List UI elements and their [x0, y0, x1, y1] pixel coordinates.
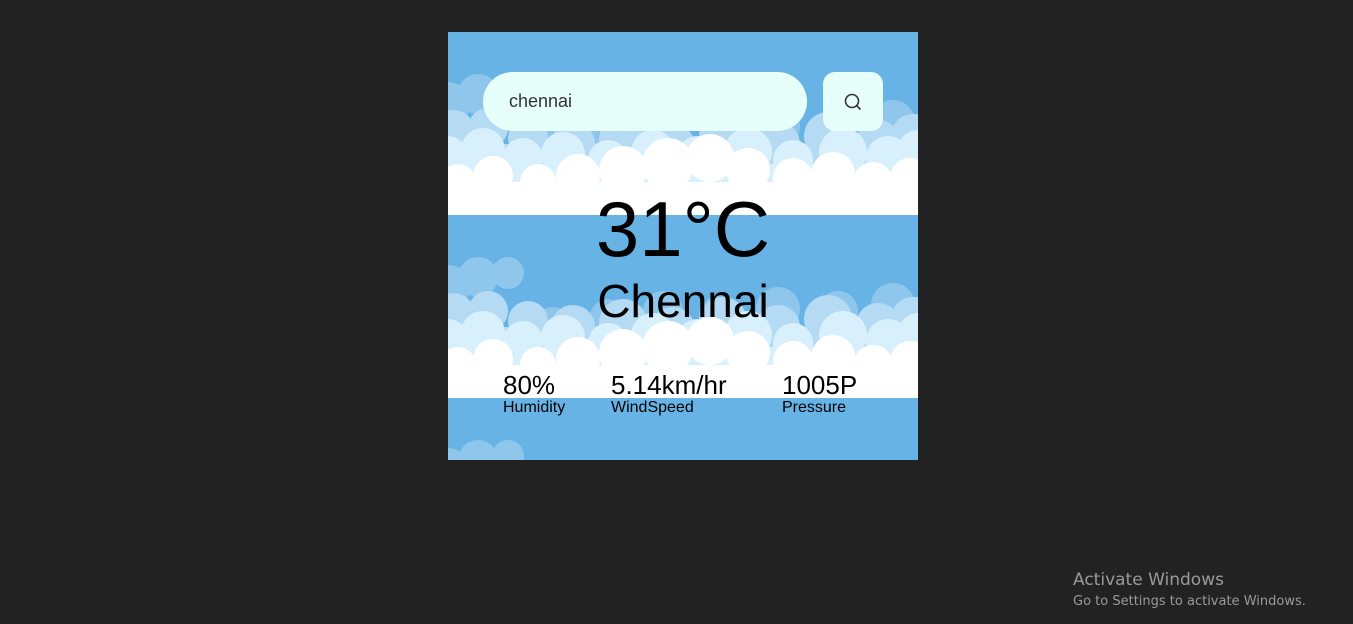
weather-card: 31°C Chennai 80% Humidity 5.14km/hr Wind… [448, 32, 918, 460]
humidity-value: 80% [503, 370, 556, 400]
humidity-metric: 80% Humidity [503, 370, 565, 418]
wind-metric: 5.14km/hr WindSpeed [611, 370, 727, 418]
search-button[interactable] [823, 72, 883, 131]
activate-windows-watermark: Activate Windows Go to Settings to activ… [1073, 569, 1306, 611]
city-name: Chennai [597, 275, 769, 327]
watermark-subtitle: Go to Settings to activate Windows. [1073, 594, 1306, 609]
pressure-value: 1005P [782, 370, 858, 400]
pressure-metric: 1005P Pressure [782, 370, 857, 418]
wind-speed-value: 5.14km/hr [611, 370, 727, 400]
search-input[interactable] [483, 72, 807, 131]
temperature-value: 31°C [595, 185, 771, 273]
humidity-label: Humidity [503, 399, 566, 416]
pressure-label: Pressure [782, 399, 847, 416]
watermark-title: Activate Windows [1073, 570, 1224, 590]
wind-speed-label: WindSpeed [611, 399, 694, 416]
search-icon [844, 93, 861, 110]
